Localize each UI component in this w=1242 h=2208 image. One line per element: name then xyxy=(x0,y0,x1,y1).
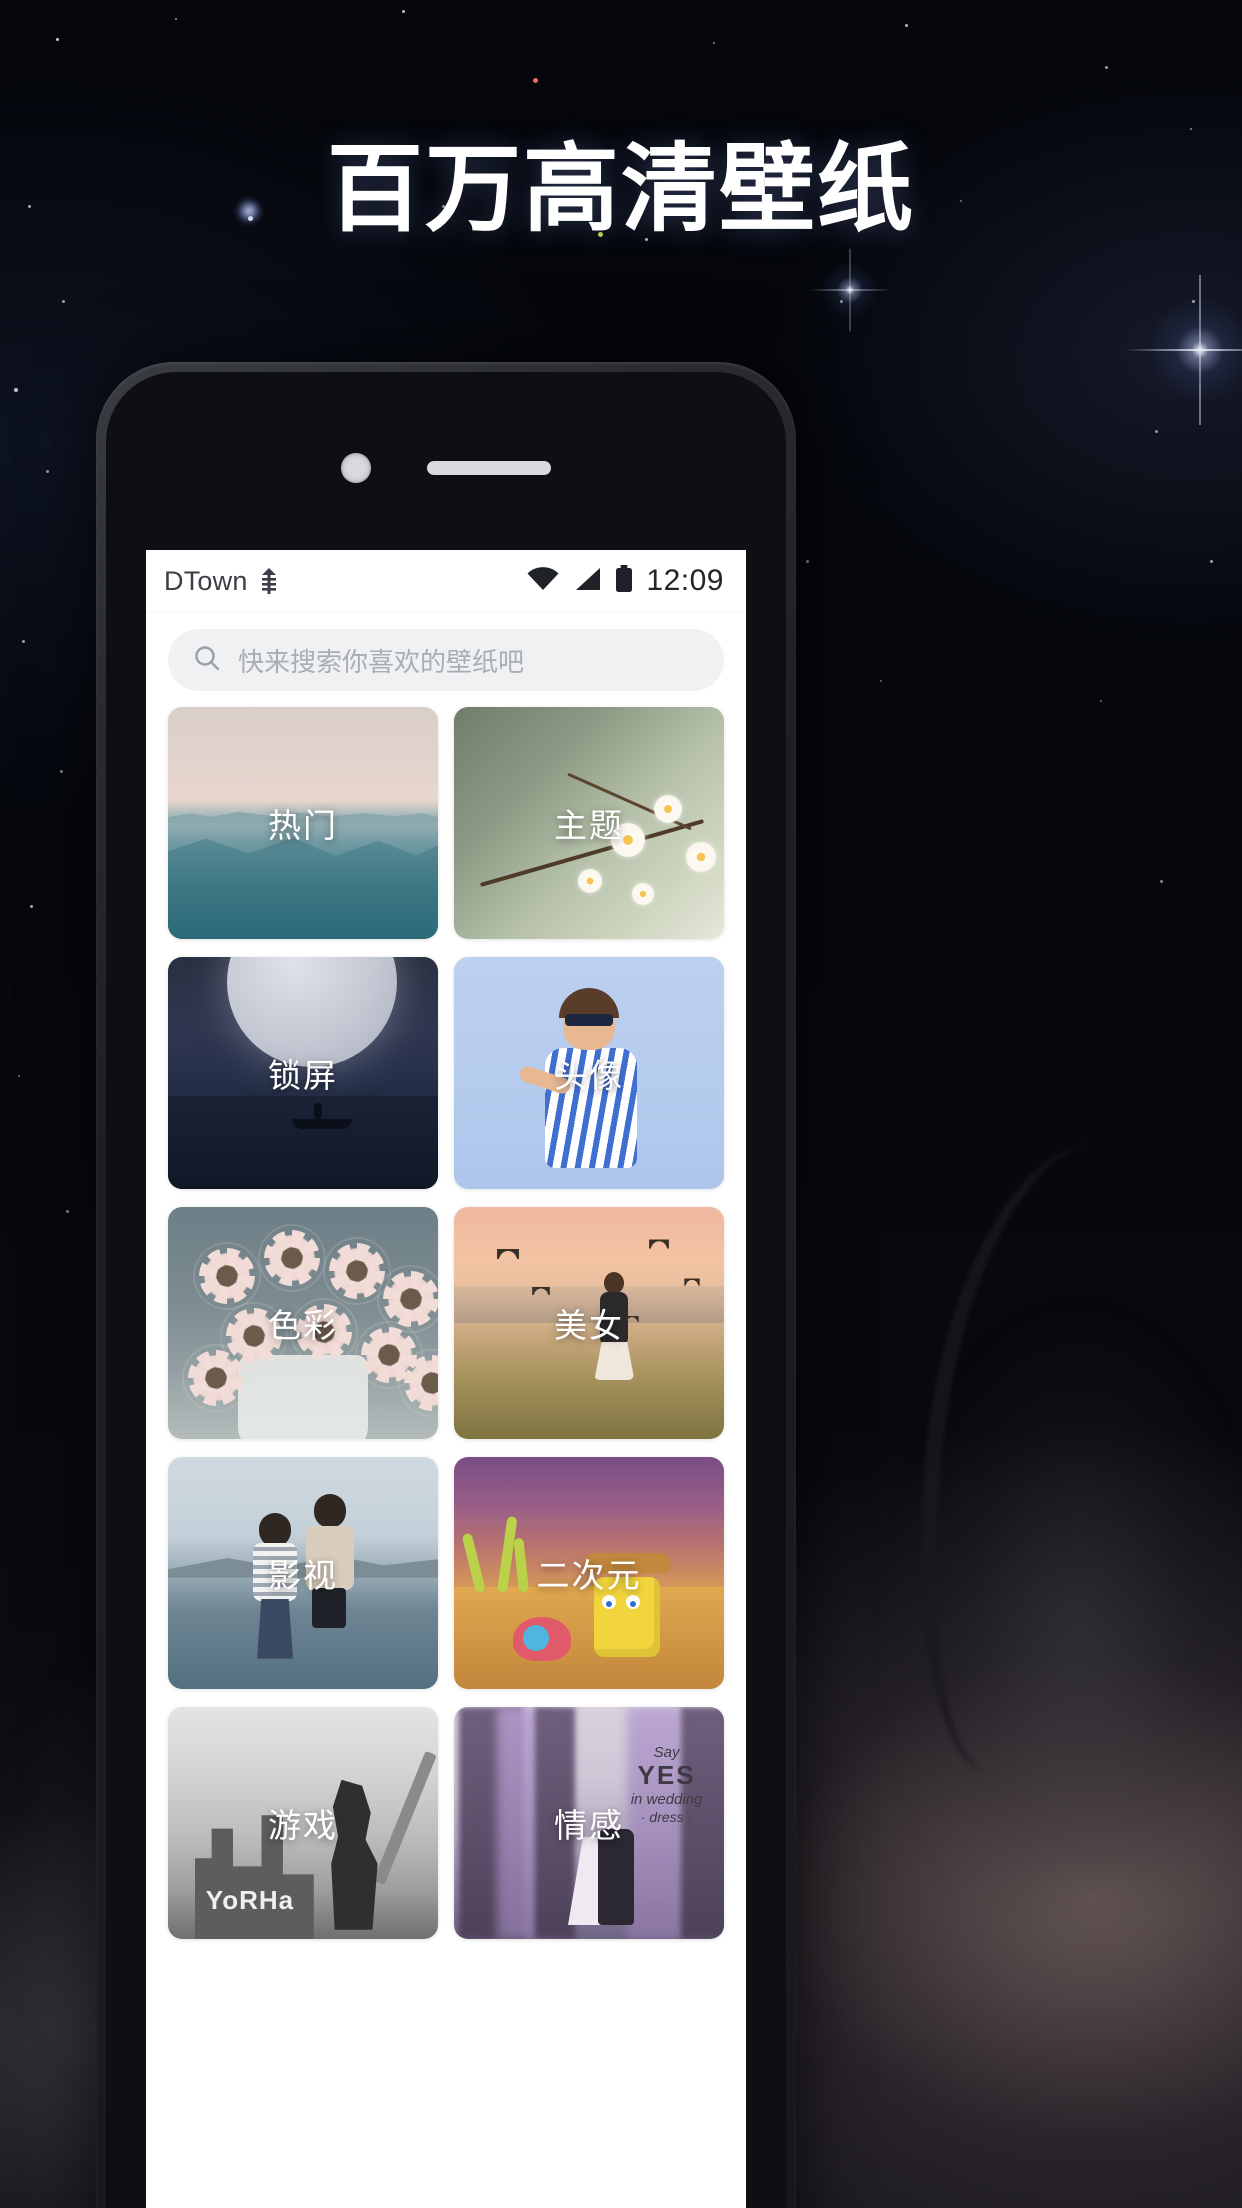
category-label: 情感 xyxy=(554,1807,624,1844)
category-tile-hot[interactable]: 热门 xyxy=(168,707,438,939)
star xyxy=(60,770,63,773)
category-tile-movie[interactable]: 影视 xyxy=(168,1457,438,1689)
camera-dot-icon xyxy=(341,453,371,483)
earpiece-speaker-icon xyxy=(427,461,551,475)
love-art-line1: Say xyxy=(653,1744,680,1762)
star xyxy=(806,560,809,563)
signal-tower-icon xyxy=(258,567,280,595)
search-icon xyxy=(192,643,222,678)
battery-full-icon xyxy=(614,564,634,598)
phone-bezel: DTown 12:09 快来搜索你喜欢的壁纸吧 热门 主题 锁屏 头像 色彩 美… xyxy=(106,372,786,2208)
category-label: 二次元 xyxy=(536,1557,642,1594)
status-bar-left: DTown xyxy=(164,566,280,597)
category-label: 主题 xyxy=(554,807,624,844)
category-label: 热门 xyxy=(268,807,338,844)
carrier-label: DTown xyxy=(164,565,248,596)
category-label: 影视 xyxy=(268,1557,338,1594)
star xyxy=(46,470,49,473)
star xyxy=(18,1075,20,1077)
search-section: 快来搜索你喜欢的壁纸吧 xyxy=(146,613,746,701)
star xyxy=(905,24,908,27)
category-tile-anime[interactable]: 二次元 xyxy=(454,1457,724,1689)
phone-notch-row xyxy=(106,450,786,486)
category-grid: 热门 主题 锁屏 头像 色彩 美女 影视 二次元 YoRHa 游戏 Say YE… xyxy=(146,701,746,1939)
category-tile-theme[interactable]: 主题 xyxy=(454,707,724,939)
star xyxy=(1160,880,1163,883)
poster-stage: 百万高清壁纸 DTown 12:09 快来搜索你喜欢的壁纸吧 热门 主题 锁屏 … xyxy=(0,0,1242,2208)
status-bar: DTown 12:09 xyxy=(146,550,746,613)
category-tile-lockscreen[interactable]: 锁屏 xyxy=(168,957,438,1189)
search-placeholder: 快来搜索你喜欢的壁纸吧 xyxy=(238,646,525,677)
category-tile-beauty[interactable]: 美女 xyxy=(454,1207,724,1439)
page-title: 百万高清壁纸 xyxy=(327,133,915,245)
lens-flare-star xyxy=(1140,290,1242,410)
category-label: 锁屏 xyxy=(268,1057,338,1094)
category-label: 美女 xyxy=(554,1307,624,1344)
phone-mockup: DTown 12:09 快来搜索你喜欢的壁纸吧 热门 主题 锁屏 头像 色彩 美… xyxy=(96,362,796,2208)
category-tile-avatar[interactable]: 头像 xyxy=(454,957,724,1189)
star xyxy=(1190,128,1192,130)
star xyxy=(66,1210,69,1213)
star xyxy=(1100,700,1102,702)
star xyxy=(175,18,177,20)
star xyxy=(14,388,18,392)
wifi-icon xyxy=(526,566,560,597)
love-art-line2: YES xyxy=(637,1760,696,1791)
star xyxy=(713,42,715,44)
clock-label: 12:09 xyxy=(646,564,724,597)
star xyxy=(1105,66,1108,69)
star xyxy=(22,640,25,643)
star xyxy=(533,78,538,83)
cellular-signal-icon xyxy=(572,566,602,597)
category-label: 头像 xyxy=(554,1057,624,1094)
category-tile-emotion[interactable]: Say YES in wedding · dress · 情感 xyxy=(454,1707,724,1939)
category-tile-game[interactable]: YoRHa 游戏 xyxy=(168,1707,438,1939)
star xyxy=(1155,430,1158,433)
star xyxy=(880,680,882,682)
category-label: 游戏 xyxy=(268,1807,338,1844)
star xyxy=(402,10,405,13)
game-art-logo-text: YoRHa xyxy=(205,1884,295,1915)
star xyxy=(30,905,33,908)
phone-screen: DTown 12:09 快来搜索你喜欢的壁纸吧 热门 主题 锁屏 头像 色彩 美… xyxy=(146,550,746,2208)
lens-flare-star xyxy=(817,257,883,323)
category-label: 色彩 xyxy=(268,1307,338,1344)
star xyxy=(56,38,59,41)
star xyxy=(62,300,65,303)
category-tile-color[interactable]: 色彩 xyxy=(168,1207,438,1439)
star xyxy=(1210,560,1213,563)
search-input[interactable]: 快来搜索你喜欢的壁纸吧 xyxy=(168,629,724,691)
status-bar-right: 12:09 xyxy=(526,564,724,598)
